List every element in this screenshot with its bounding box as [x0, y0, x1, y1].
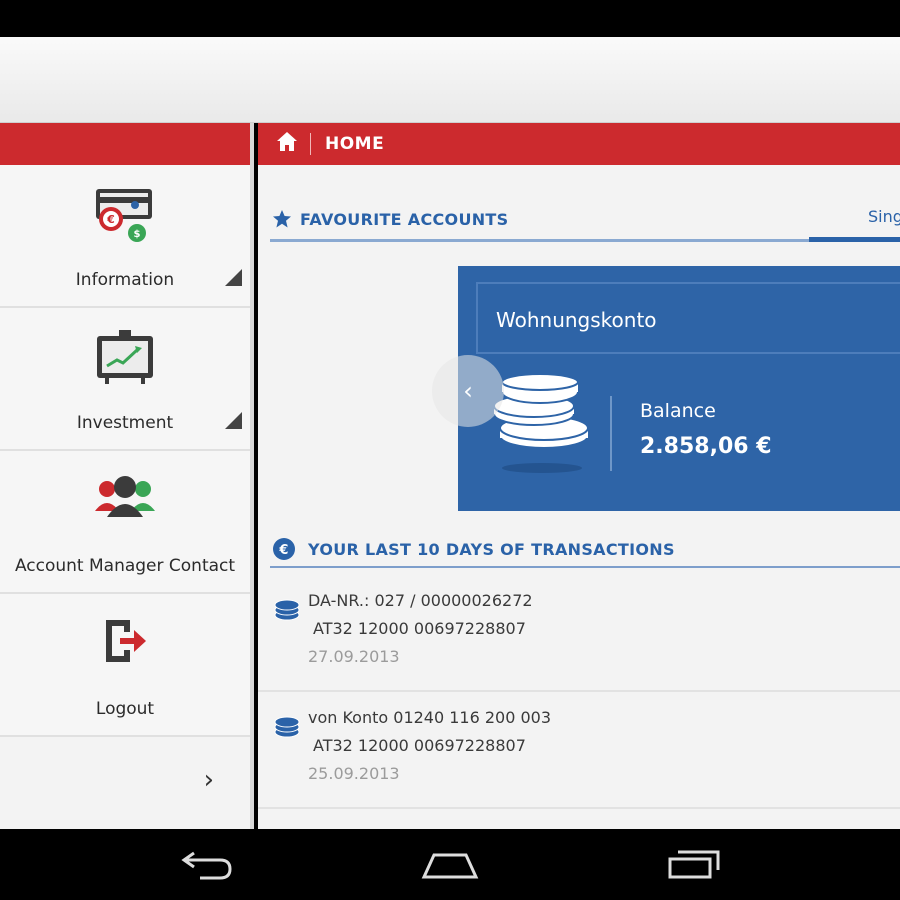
sidebar-item-account-manager[interactable]: Account Manager Contact — [0, 451, 250, 594]
system-nav-bar — [0, 829, 900, 900]
transactions-list: DA-NR.: 027 / 00000026272 AT32 12000 006… — [258, 575, 900, 809]
header-divider — [310, 133, 311, 155]
card-divider — [610, 396, 612, 471]
list-item[interactable]: von Konto 01240 116 200 003 AT32 12000 0… — [258, 692, 900, 809]
sidebar-item-label: Account Manager Contact — [14, 556, 236, 576]
sidebar-header — [0, 123, 250, 165]
transaction-date: 27.09.2013 — [308, 647, 400, 666]
expand-triangle-icon — [225, 412, 242, 429]
logout-icon — [100, 616, 150, 670]
balance-value: 2.858,06 € — [640, 434, 772, 459]
coin-stack-icon — [274, 716, 300, 742]
home-icon[interactable] — [276, 131, 298, 157]
chevron-left-icon: ‹ — [463, 377, 473, 405]
main-header: HOME — [258, 123, 900, 165]
account-name: Wohnungskonto — [496, 308, 657, 332]
people-icon — [93, 473, 157, 533]
tab-indicator — [809, 237, 900, 242]
star-icon — [273, 210, 291, 228]
divider — [270, 239, 900, 242]
sidebar: € $ Information Investment Account Manag… — [0, 123, 254, 829]
transaction-date: 25.09.2013 — [308, 764, 400, 783]
sidebar-more-button[interactable]: › — [0, 737, 250, 823]
carousel-prev-button[interactable]: ‹ — [432, 355, 504, 427]
sidebar-item-label: Investment — [76, 413, 174, 433]
tab-single[interactable]: Sing — [868, 207, 900, 226]
sidebar-item-investment[interactable]: Investment — [0, 308, 250, 451]
recents-icon[interactable] — [666, 847, 722, 885]
back-icon[interactable] — [180, 847, 234, 885]
main-content: HOME FAVOURITE ACCOUNTS Sing Wohnungskon… — [258, 123, 900, 829]
account-card[interactable]: Wohnungskonto Balance 2.858,06 € — [458, 266, 900, 511]
svg-text:€: € — [106, 213, 115, 226]
app-screen: € $ Information Investment Account Manag… — [0, 0, 900, 900]
favourite-accounts-heading: FAVOURITE ACCOUNTS — [272, 209, 508, 229]
sidebar-item-label: Logout — [95, 699, 155, 719]
sidebar-item-logout[interactable]: Logout — [0, 594, 250, 737]
divider — [270, 566, 900, 568]
transaction-iban: AT32 12000 00697228807 — [313, 736, 526, 755]
transactions-heading: € YOUR LAST 10 DAYS OF TRANSACTIONS — [272, 537, 675, 561]
home-nav-icon[interactable] — [420, 847, 480, 885]
svg-text:$: $ — [134, 229, 141, 240]
transaction-title: von Konto 01240 116 200 003 — [308, 708, 552, 727]
money-exchange-icon: € $ — [95, 187, 155, 247]
list-item[interactable]: DA-NR.: 027 / 00000026272 AT32 12000 006… — [258, 575, 900, 692]
balance-label: Balance — [640, 400, 716, 422]
page-title: HOME — [325, 134, 385, 154]
section-title: FAVOURITE ACCOUNTS — [300, 209, 509, 229]
expand-triangle-icon — [225, 269, 242, 286]
sidebar-item-label: Information — [75, 270, 175, 290]
coin-stack-icon — [274, 599, 300, 625]
sidebar-item-information[interactable]: € $ Information — [0, 165, 250, 308]
svg-text:€: € — [278, 543, 288, 558]
euro-circle-icon: € — [273, 538, 295, 560]
transaction-iban: AT32 12000 00697228807 — [313, 619, 526, 638]
coins-icon — [493, 373, 590, 478]
chart-board-icon — [95, 330, 155, 390]
chevron-right-icon: › — [203, 765, 214, 795]
transaction-title: DA-NR.: 027 / 00000026272 — [308, 591, 533, 610]
section-title: YOUR LAST 10 DAYS OF TRANSACTIONS — [308, 539, 675, 559]
app-bar — [0, 37, 900, 123]
account-card-header: Wohnungskonto — [476, 282, 900, 354]
